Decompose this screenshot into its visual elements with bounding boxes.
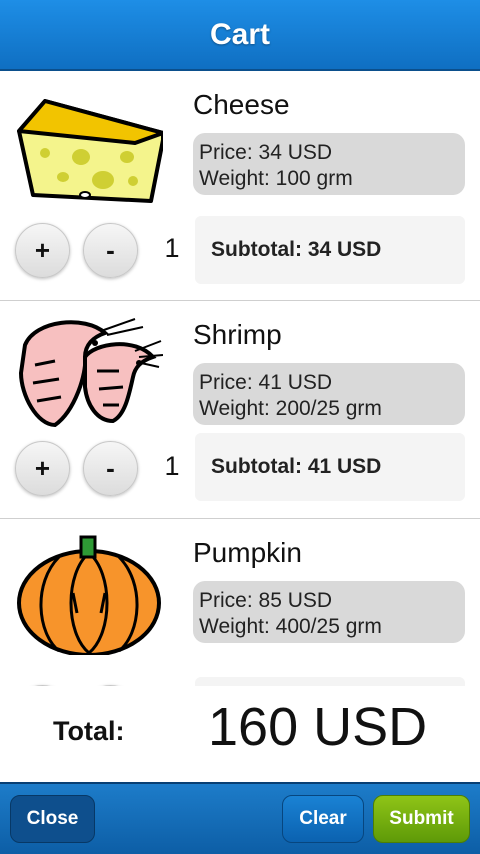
clear-button[interactable]: Clear bbox=[282, 795, 364, 843]
item-quantity: 1 bbox=[164, 233, 180, 263]
bottom-toolbar: Close Clear Submit bbox=[0, 782, 480, 854]
increase-button[interactable]: + bbox=[15, 223, 70, 278]
item-details: Price: 41 USD Weight: 200/25 grm bbox=[193, 363, 465, 425]
app-header: Cart bbox=[0, 0, 480, 71]
page-title: Cart bbox=[209, 17, 270, 51]
cheese-icon bbox=[17, 99, 163, 203]
item-price: Price: 85 USD bbox=[199, 589, 333, 612]
item-weight: Weight: 200/25 grm bbox=[199, 397, 382, 420]
cart-item-shrimp: Shrimp Price: 41 USD Weight: 200/25 grm … bbox=[0, 301, 480, 518]
cart-list[interactable]: Cheese Price: 34 USD Weight: 100 grm + -… bbox=[0, 71, 480, 686]
item-name: Shrimp bbox=[193, 319, 282, 350]
decrease-button[interactable]: - bbox=[83, 223, 138, 278]
item-weight: Weight: 100 grm bbox=[199, 167, 353, 190]
decrease-button[interactable]: - bbox=[83, 441, 138, 496]
cart-item-cheese: Cheese Price: 34 USD Weight: 100 grm + -… bbox=[0, 71, 480, 300]
item-name: Pumpkin bbox=[193, 537, 302, 568]
cart-item-pumpkin: Pumpkin Price: 85 USD Weight: 400/25 grm bbox=[0, 519, 480, 686]
close-button[interactable]: Close bbox=[10, 795, 95, 843]
item-price: Price: 34 USD bbox=[199, 141, 333, 164]
pumpkin-icon bbox=[17, 535, 161, 655]
item-subtotal: Subtotal: 41 USD bbox=[195, 433, 465, 501]
item-details: Price: 34 USD Weight: 100 grm bbox=[193, 133, 465, 195]
increase-button[interactable]: + bbox=[15, 441, 70, 496]
item-subtotal bbox=[195, 677, 465, 686]
item-name: Cheese bbox=[193, 89, 290, 120]
shrimp-icon bbox=[18, 318, 163, 428]
item-quantity: 1 bbox=[164, 451, 180, 481]
item-subtotal: Subtotal: 34 USD bbox=[195, 216, 465, 284]
submit-button[interactable]: Submit bbox=[373, 795, 470, 843]
total-value: 160 USD bbox=[208, 697, 428, 757]
item-details: Price: 85 USD Weight: 400/25 grm bbox=[193, 581, 465, 643]
total-label: Total: bbox=[53, 716, 125, 746]
item-weight: Weight: 400/25 grm bbox=[199, 615, 382, 638]
total-bar: Total: 160 USD bbox=[0, 686, 480, 782]
item-price: Price: 41 USD bbox=[199, 371, 333, 394]
